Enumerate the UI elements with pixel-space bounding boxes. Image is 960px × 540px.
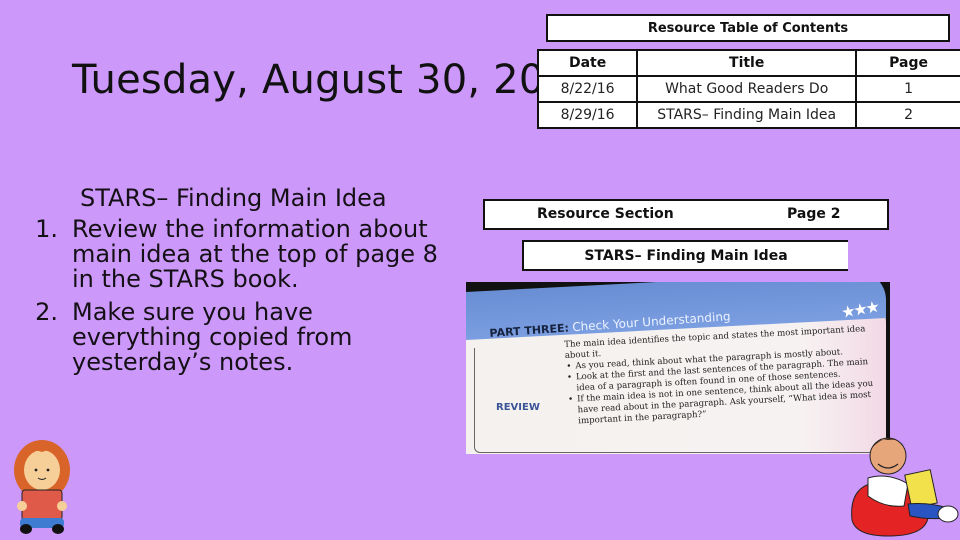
book-page-photo: ★★★ PART THREE: Check Your Understanding… — [466, 282, 890, 454]
instructions-block: STARS– Finding Main Idea 1. Review the i… — [14, 186, 444, 383]
toc-col-page: Page — [855, 49, 960, 77]
toc-cell-date: 8/29/16 — [536, 101, 639, 129]
review-label: REVIEW — [496, 402, 540, 413]
toc-col-title: Title — [636, 49, 858, 77]
toc-col-date: Date — [536, 49, 639, 77]
toc-cell-title: What Good Readers Do — [636, 75, 858, 103]
instruction-item: 2. Make sure you have everything copied … — [14, 300, 444, 375]
resource-section-box: Resource Section Page 2 — [483, 199, 889, 230]
toc-cell-date: 8/22/16 — [536, 75, 639, 103]
resource-section-label: Resource Section — [537, 206, 674, 222]
toc-title: Resource Table of Contents — [546, 14, 950, 42]
toc-cell-page: 1 — [855, 75, 960, 103]
boy-reading-beanbag-icon — [851, 437, 959, 537]
resource-section-title: STARS– Finding Main Idea — [522, 240, 848, 271]
toc-cell-title: STARS– Finding Main Idea — [636, 101, 858, 129]
resource-section-page: Page 2 — [787, 206, 841, 222]
toc-cell-page: 2 — [855, 101, 960, 129]
slide-date-title: Tuesday, August 30, 2016 — [72, 57, 596, 103]
instruction-text: Make sure you have everything copied fro… — [72, 298, 353, 376]
instructions-list: 1. Review the information about main ide… — [14, 217, 444, 375]
table-row: 8/22/16 What Good Readers Do 1 — [536, 75, 960, 103]
instruction-text: Review the information about main idea a… — [72, 215, 438, 293]
review-text: The main idea identifies the topic and s… — [564, 324, 878, 428]
instructions-heading: STARS– Finding Main Idea — [80, 184, 387, 212]
toc-header-row: Date Title Page — [536, 49, 960, 77]
instruction-number: 1. — [35, 215, 58, 243]
instruction-item: 1. Review the information about main ide… — [14, 217, 444, 292]
girl-reading-icon — [14, 440, 70, 534]
instruction-number: 2. — [35, 298, 58, 326]
toc-table: Date Title Page 8/22/16 What Good Reader… — [536, 49, 960, 129]
book-part-label: PART THREE: — [489, 321, 570, 340]
book-page: ★★★ PART THREE: Check Your Understanding… — [466, 282, 886, 454]
table-row: 8/29/16 STARS– Finding Main Idea 2 — [536, 101, 960, 129]
